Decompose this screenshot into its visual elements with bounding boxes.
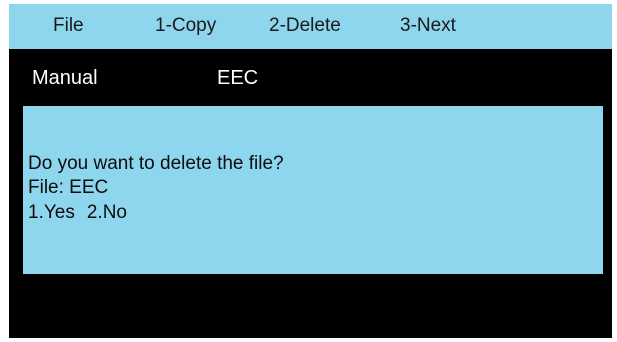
option-no[interactable]: 2.No [87, 202, 127, 223]
dialog-options: 1.Yes 2.No [28, 202, 127, 224]
device-screen: File 1-Copy 2-Delete 3-Next Manual EEC D… [9, 4, 612, 338]
menu-next[interactable]: 3-Next [400, 15, 456, 37]
option-yes[interactable]: 1.Yes [28, 202, 75, 223]
status-bar: Manual EEC [9, 49, 612, 105]
menu-copy[interactable]: 1-Copy [155, 15, 216, 37]
current-file-label: EEC [217, 67, 259, 89]
dialog-question: Do you want to delete the file? [28, 153, 284, 174]
menu-bar: File 1-Copy 2-Delete 3-Next [9, 4, 612, 49]
mode-label: Manual [32, 67, 98, 89]
menu-file[interactable]: File [53, 15, 84, 37]
delete-confirm-dialog: Do you want to delete the file? File: EE… [23, 106, 603, 274]
menu-delete[interactable]: 2-Delete [269, 15, 341, 37]
dialog-file-line: File: EEC [28, 177, 109, 198]
